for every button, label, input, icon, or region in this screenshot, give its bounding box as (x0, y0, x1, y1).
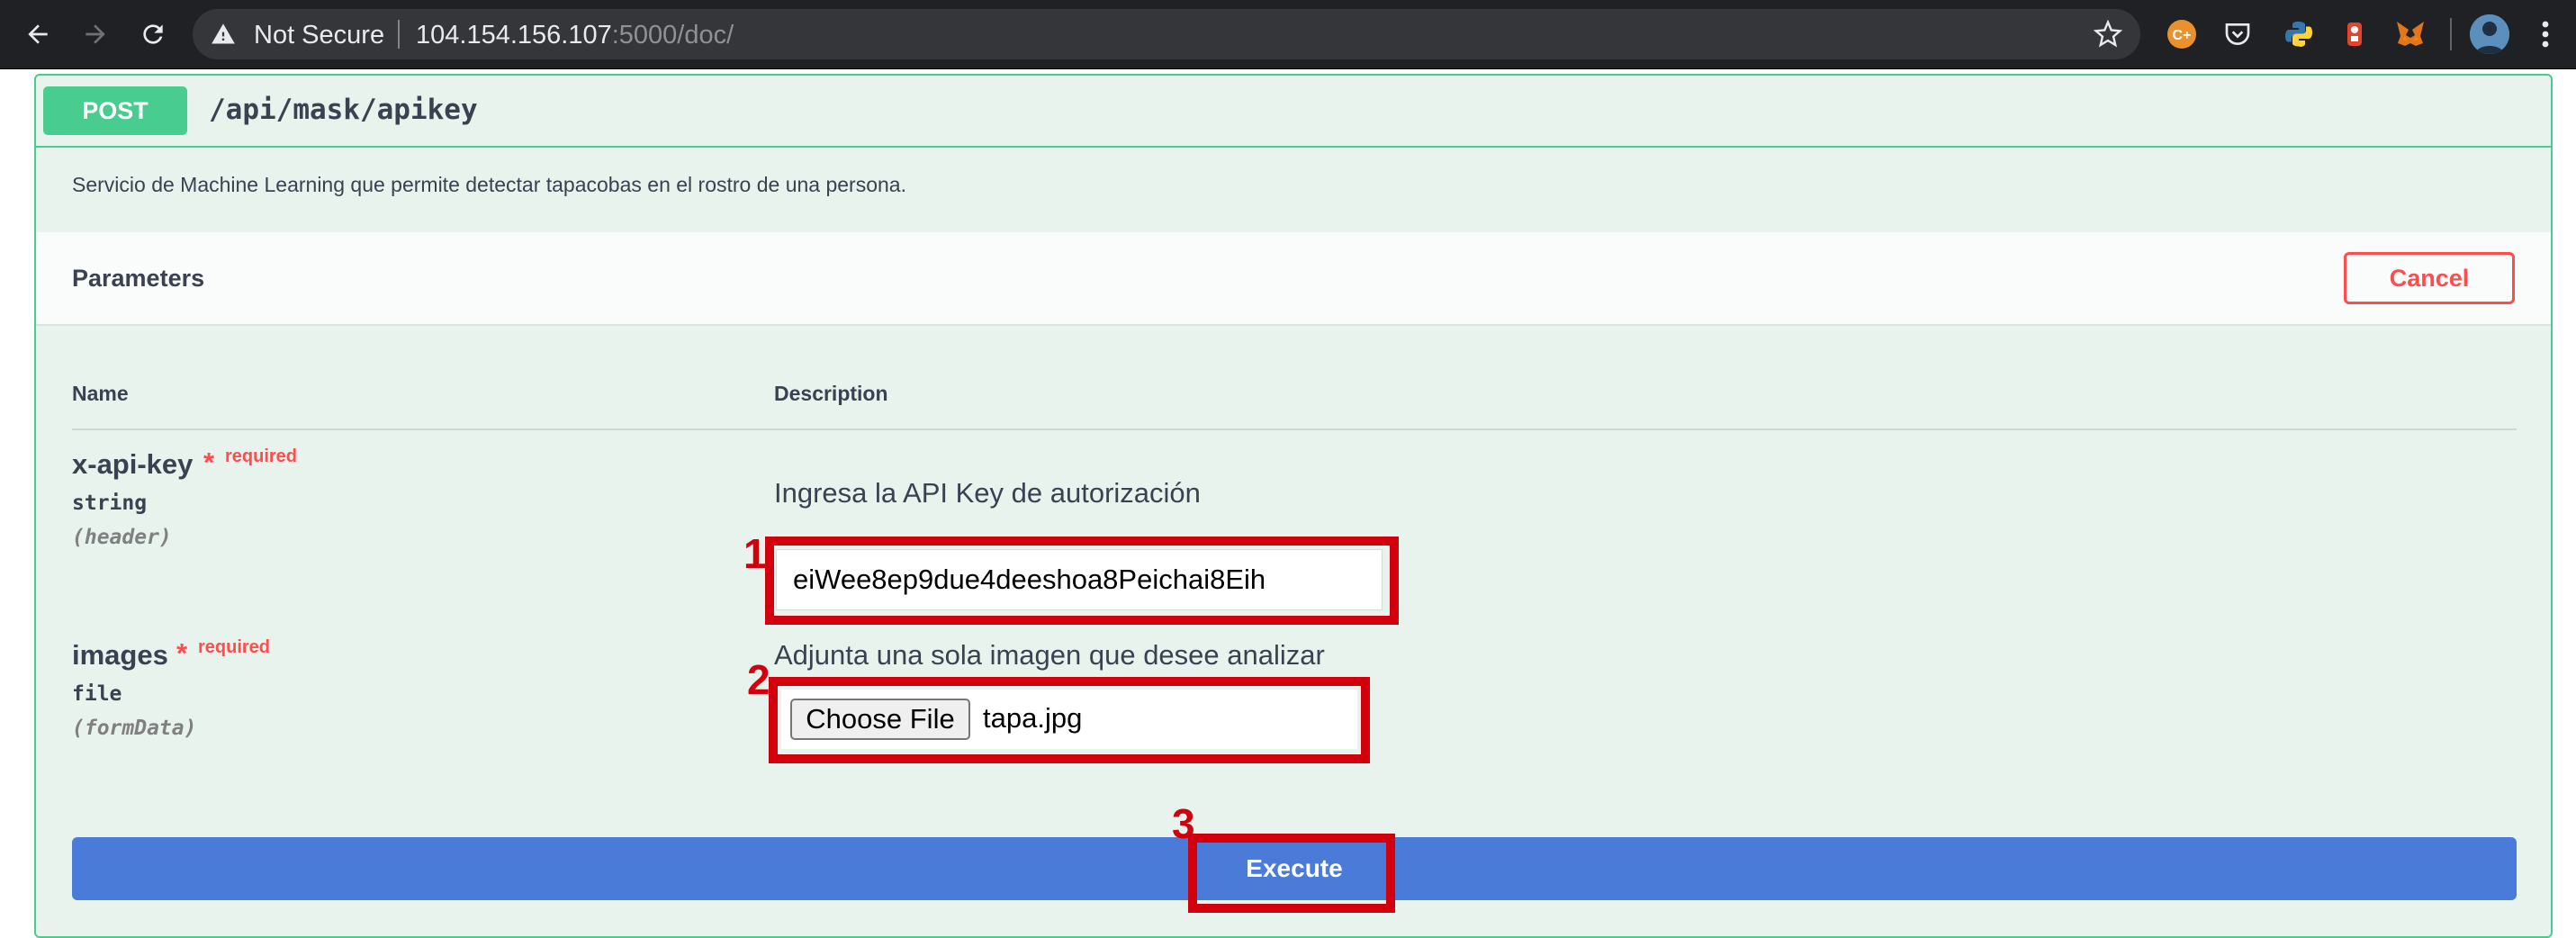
operation-block (34, 74, 2553, 938)
summary-divider (36, 146, 2551, 148)
param-description: Adjunta una sola imagen que desee analiz… (774, 639, 1325, 671)
address-bar[interactable]: Not Secure 104.154.156.107:5000/doc/ (193, 9, 2140, 59)
column-header-name: Name (72, 382, 129, 405)
annotation-box-3 (1188, 834, 1395, 913)
pocket-icon[interactable] (2220, 16, 2256, 52)
param-name-api-key: x-api-key (72, 448, 194, 480)
param-description: Ingresa la API Key de autorización (774, 477, 1201, 509)
browser-toolbar: Not Secure 104.154.156.107:5000/doc/ C+ (0, 0, 2576, 69)
param-location: (header) (72, 526, 172, 549)
profile-avatar[interactable] (2470, 14, 2509, 54)
required-label: required (225, 446, 298, 466)
required-star: * (203, 446, 215, 478)
url-path: :5000/doc/ (611, 21, 734, 50)
c-plus-extension-icon[interactable]: C+ (2164, 16, 2200, 52)
annotation-number-2: 2 (747, 656, 770, 703)
python-icon[interactable] (2281, 16, 2317, 52)
header-rule (72, 428, 2517, 430)
omnibox-separator (398, 20, 400, 49)
url-text[interactable]: 104.154.156.107:5000/doc/ (416, 21, 734, 50)
cancel-button[interactable]: Cancel (2344, 252, 2515, 304)
bookmark-star-icon[interactable] (2093, 19, 2123, 53)
security-label: Not Secure (254, 21, 385, 50)
reload-icon[interactable] (131, 13, 175, 56)
menu-dots-icon[interactable] (2527, 16, 2563, 52)
required-star: * (176, 637, 188, 669)
warning-icon (211, 22, 236, 51)
forward-icon[interactable] (74, 13, 117, 56)
extension-icon[interactable] (2337, 16, 2373, 52)
annotation-number-1: 1 (743, 530, 767, 577)
column-header-description: Description (774, 382, 888, 405)
svg-text:C+: C+ (2173, 28, 2192, 43)
param-location: (formData) (72, 717, 197, 740)
param-name-images: images (72, 639, 168, 671)
annotation-box-2 (769, 677, 1370, 763)
param-type: string (72, 492, 148, 515)
url-host: 104.154.156.107 (416, 21, 612, 50)
toolbar-divider (2450, 18, 2452, 50)
back-icon[interactable] (16, 13, 59, 56)
endpoint-path[interactable]: /api/mask/apikey (209, 94, 478, 126)
parameters-title: Parameters (72, 265, 205, 292)
operation-description: Servicio de Machine Learning que permite… (72, 173, 906, 196)
http-method-badge[interactable]: POST (43, 86, 187, 135)
required-label: required (198, 637, 271, 657)
param-type: file (72, 682, 122, 706)
annotation-number-3: 3 (1172, 800, 1195, 847)
metamask-fox-icon[interactable] (2392, 16, 2428, 52)
annotation-box-1 (765, 537, 1399, 625)
parameters-header (36, 232, 2551, 326)
